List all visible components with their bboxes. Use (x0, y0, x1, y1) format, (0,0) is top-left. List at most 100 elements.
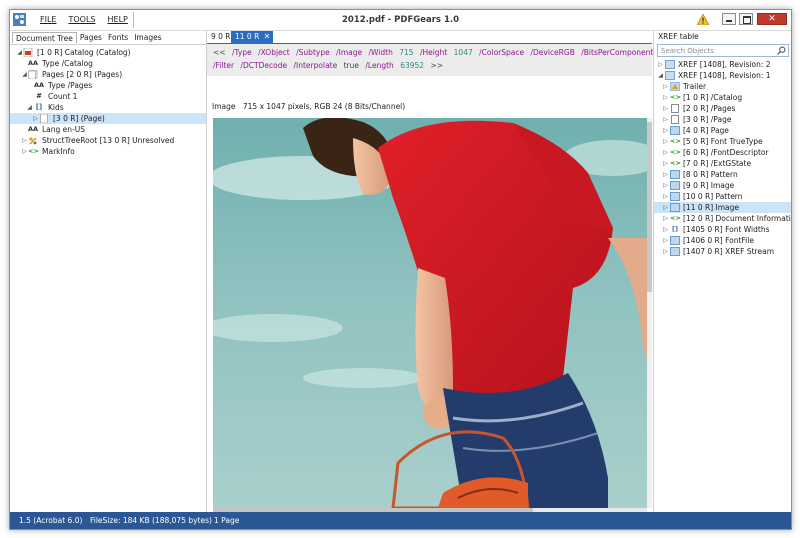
expand-arrow-icon[interactable]: ▷ (662, 92, 669, 103)
xref-item-extgstate[interactable]: ▷ <> [7 0 R] /ExtGState (654, 158, 791, 169)
expand-arrow-icon[interactable]: ▷ (32, 113, 39, 124)
xref-item-pages[interactable]: ▷ [2 0 R] /Pages (654, 103, 791, 114)
tree-item-count[interactable]: # Count 1 (10, 91, 206, 102)
tree-item-label: StructTreeRoot [13 0 R] Unresolved (42, 136, 175, 145)
object-viewer: 9 0 R 11 0 R ✕ << /Type /XObject /Subtyp… (207, 31, 665, 512)
dict-value: /Image (336, 48, 363, 57)
expand-arrow-icon[interactable]: ▷ (662, 213, 669, 224)
xref-item-pattern-10[interactable]: ▷ [10 0 R] Pattern (654, 191, 791, 202)
tree-item-catalog[interactable]: ◢ [1 0 R] Catalog (Catalog) (10, 47, 206, 58)
tree-item-label: MarkInfo (42, 147, 75, 156)
text-value-icon: AA (34, 81, 45, 89)
xref-item-fontfile[interactable]: ▷ [1406 0 R] FontFile (654, 235, 791, 246)
tab-images[interactable]: Images (131, 32, 164, 43)
collapse-arrow-icon[interactable]: ◢ (21, 69, 28, 80)
dictionary-line-2: /Filter /DCTDecode /Interpolate true /Le… (213, 61, 447, 70)
xref-item-label: [2 0 R] /Pages (683, 104, 736, 113)
tab-object-11[interactable]: 11 0 R ✕ (231, 31, 274, 43)
expand-arrow-icon[interactable]: ▷ (662, 235, 669, 246)
xref-item-label: [5 0 R] Font TrueType (683, 137, 763, 146)
maximize-button[interactable] (739, 13, 753, 25)
expand-arrow-icon[interactable]: ▷ (662, 246, 669, 257)
xref-item-xref-stream[interactable]: ▷ [1407 0 R] XREF Stream (654, 246, 791, 257)
expand-arrow-icon[interactable]: ▷ (657, 59, 664, 70)
xref-item-catalog[interactable]: ▷ <> [1 0 R] /Catalog (654, 92, 791, 103)
menu-file[interactable]: FILE (34, 15, 62, 24)
tab-pages[interactable]: Pages (77, 32, 105, 43)
tree-item-type-catalog[interactable]: AA Type /Catalog (10, 58, 206, 69)
array-icon: [] (672, 225, 678, 233)
vertical-scroll-thumb[interactable] (647, 122, 652, 292)
stream-icon (670, 126, 680, 135)
xref-item-label: [1406 0 R] FontFile (683, 236, 754, 245)
dict-value: 1047 (453, 48, 473, 57)
stream-icon (670, 192, 680, 201)
menu-tools[interactable]: TOOLS (62, 15, 101, 24)
text-value-icon: AA (28, 59, 39, 67)
collapse-arrow-icon[interactable]: ◢ (26, 102, 33, 113)
dict-value: true (343, 61, 360, 70)
search-icon[interactable] (777, 46, 786, 55)
dictionary-icon: <> (28, 147, 39, 155)
expand-arrow-icon[interactable]: ▷ (662, 125, 669, 136)
vertical-scrollbar[interactable] (647, 118, 652, 508)
xref-item-image-11[interactable]: ▷ [11 0 R] Image (654, 202, 791, 213)
image-info: Image 715 x 1047 pixels, RGB 24 (8 Bits/… (212, 102, 410, 111)
tab-label: 11 0 R (235, 32, 260, 41)
tree-item-label: [3 0 R] (Page) (53, 114, 105, 123)
collapse-arrow-icon[interactable]: ◢ (657, 70, 664, 81)
expand-arrow-icon[interactable]: ▷ (662, 191, 669, 202)
dictionary-icon: <> (670, 148, 681, 156)
tree-item-lang[interactable]: AA Lang en-US (10, 124, 206, 135)
expand-arrow-icon[interactable]: ▷ (662, 136, 669, 147)
xref-item-image-9[interactable]: ▷ [9 0 R] Image (654, 180, 791, 191)
tree-item-pages[interactable]: ◢ Pages [2 0 R] (Pages) (10, 69, 206, 80)
xref-item-document-information[interactable]: ▷ <> [12 0 R] Document Information (654, 213, 791, 224)
warning-icon[interactable] (697, 14, 709, 25)
expand-arrow-icon[interactable]: ▷ (662, 81, 669, 92)
expand-arrow-icon[interactable]: ▷ (662, 169, 669, 180)
close-icon: ✕ (768, 14, 776, 24)
dict-value: /DCTDecode (240, 61, 288, 70)
minimize-button[interactable] (722, 13, 736, 25)
dictionary-icon: <> (670, 159, 681, 167)
xref-item-revision-1[interactable]: ◢ XREF [1408], Revision: 1 (654, 70, 791, 81)
dict-value: 715 (399, 48, 414, 57)
xref-item-fontdescriptor[interactable]: ▷ <> [6 0 R] /FontDescriptor (654, 147, 791, 158)
stream-icon (670, 247, 680, 256)
tab-fonts[interactable]: Fonts (105, 32, 131, 43)
expand-arrow-icon[interactable]: ▷ (662, 103, 669, 114)
xref-item-font[interactable]: ▷ <> [5 0 R] Font TrueType (654, 136, 791, 147)
tab-document-tree[interactable]: Document Tree (12, 32, 77, 43)
expand-arrow-icon[interactable]: ▷ (21, 146, 28, 157)
expand-arrow-icon[interactable]: ▷ (662, 202, 669, 213)
object-tab-strip: 9 0 R 11 0 R ✕ (207, 31, 652, 44)
close-button[interactable]: ✕ (757, 13, 787, 25)
xref-icon (665, 60, 675, 69)
expand-arrow-icon[interactable]: ▷ (662, 114, 669, 125)
tree-item-structtreeroot[interactable]: ▷ StructTreeRoot [13 0 R] Unresolved (10, 135, 206, 146)
close-tab-icon[interactable]: ✕ (264, 31, 271, 43)
xref-item-4[interactable]: ▷ [4 0 R] Page (654, 125, 791, 136)
tree-item-markinfo[interactable]: ▷ <> MarkInfo (10, 146, 206, 157)
expand-arrow-icon[interactable]: ▷ (662, 147, 669, 158)
xref-item-revision-2[interactable]: ▷ XREF [1408], Revision: 2 (654, 59, 791, 70)
xref-item-font-widths[interactable]: ▷ [] [1405 0 R] Font Widths (654, 224, 791, 235)
expand-arrow-icon[interactable]: ▷ (662, 224, 669, 235)
search-box (657, 44, 789, 57)
xref-item-pattern-8[interactable]: ▷ [8 0 R] Pattern (654, 169, 791, 180)
tree-item-kids[interactable]: ◢ [] Kids (10, 102, 206, 113)
menu-help[interactable]: HELP (102, 15, 134, 24)
search-input[interactable] (658, 45, 768, 56)
pdf-icon (23, 48, 33, 57)
expand-arrow-icon[interactable]: ▷ (21, 135, 28, 146)
pdf-version: 1.5 (Acrobat 6.0) (19, 516, 83, 525)
tree-item-type-pages[interactable]: AA Type /Pages (10, 80, 206, 91)
xref-item-page[interactable]: ▷ [3 0 R] /Page (654, 114, 791, 125)
expand-arrow-icon[interactable]: ▷ (662, 180, 669, 191)
expand-arrow-icon[interactable]: ▷ (662, 158, 669, 169)
tree-item-page[interactable]: ▷ [3 0 R] (Page) (10, 113, 206, 124)
collapse-arrow-icon[interactable]: ◢ (16, 47, 23, 58)
xref-item-trailer[interactable]: ▷ Trailer (654, 81, 791, 92)
page-count: 1 Page (214, 516, 240, 525)
